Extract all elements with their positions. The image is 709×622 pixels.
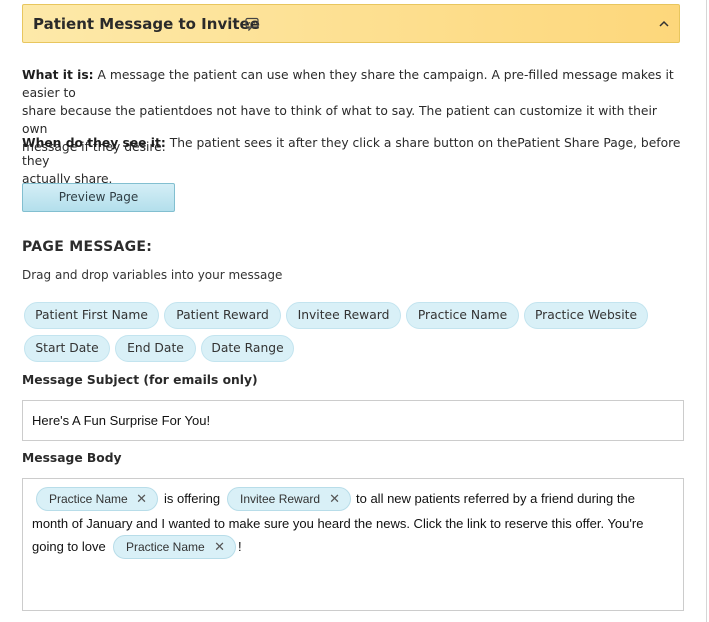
body-token-practice-name[interactable]: Practice Name ✕ [36, 487, 158, 511]
page-message-title: PAGE MESSAGE: [22, 239, 153, 255]
what-line-2: share because the patientdoes not have t… [22, 104, 657, 136]
right-divider [706, 0, 707, 622]
body-token-invitee-reward[interactable]: Invitee Reward ✕ [227, 487, 351, 511]
variable-chip-patient-first-name[interactable]: Patient First Name [24, 302, 159, 329]
remove-token-icon[interactable]: ✕ [329, 488, 340, 510]
what-label: What it is: [22, 68, 94, 82]
chevron-up-icon[interactable] [657, 17, 671, 31]
preview-page-button[interactable]: Preview Page [22, 183, 175, 212]
variable-chip-date-range[interactable]: Date Range [201, 335, 294, 362]
variable-chip-end-date[interactable]: End Date [115, 335, 196, 362]
section-title: Patient Message to Invitee [33, 15, 260, 33]
variable-chip-patient-reward[interactable]: Patient Reward [164, 302, 281, 329]
subject-value: Here's A Fun Surprise For You! [32, 413, 211, 428]
body-token-practice-name[interactable]: Practice Name ✕ [113, 535, 236, 559]
chat-bubble-icon[interactable] [245, 17, 259, 31]
section-header[interactable]: Patient Message to Invitee [22, 4, 680, 43]
remove-token-icon[interactable]: ✕ [136, 488, 147, 510]
variable-chip-practice-website[interactable]: Practice Website [524, 302, 648, 329]
body-text-segment: ! [238, 539, 242, 554]
when-label: When do they see it: [22, 136, 166, 150]
body-label: Message Body [22, 451, 122, 465]
when-seen-text: When do they see it: The patient sees it… [22, 134, 682, 188]
body-text-line: month of January and I wanted to make su… [32, 516, 644, 531]
remove-token-icon[interactable]: ✕ [214, 536, 225, 558]
body-text-segment: going to love [32, 539, 106, 554]
variable-chip-practice-name[interactable]: Practice Name [406, 302, 519, 329]
what-line-1: A message the patient can use when they … [22, 68, 674, 100]
token-label: Practice Name [126, 540, 205, 554]
token-label: Practice Name [49, 492, 128, 506]
body-text-segment: is offering [164, 491, 221, 506]
drag-drop-hint: Drag and drop variables into your messag… [22, 268, 283, 282]
body-text-segment: to all new patients referred by a friend… [356, 491, 635, 506]
subject-label: Message Subject (for emails only) [22, 373, 258, 387]
variable-chip-invitee-reward[interactable]: Invitee Reward [286, 302, 401, 329]
variable-chip-start-date[interactable]: Start Date [24, 335, 110, 362]
subject-input[interactable]: Here's A Fun Surprise For You! [22, 400, 684, 441]
token-label: Invitee Reward [240, 492, 321, 506]
message-body-editor[interactable]: Practice Name ✕ is offering Invitee Rewa… [22, 478, 684, 611]
